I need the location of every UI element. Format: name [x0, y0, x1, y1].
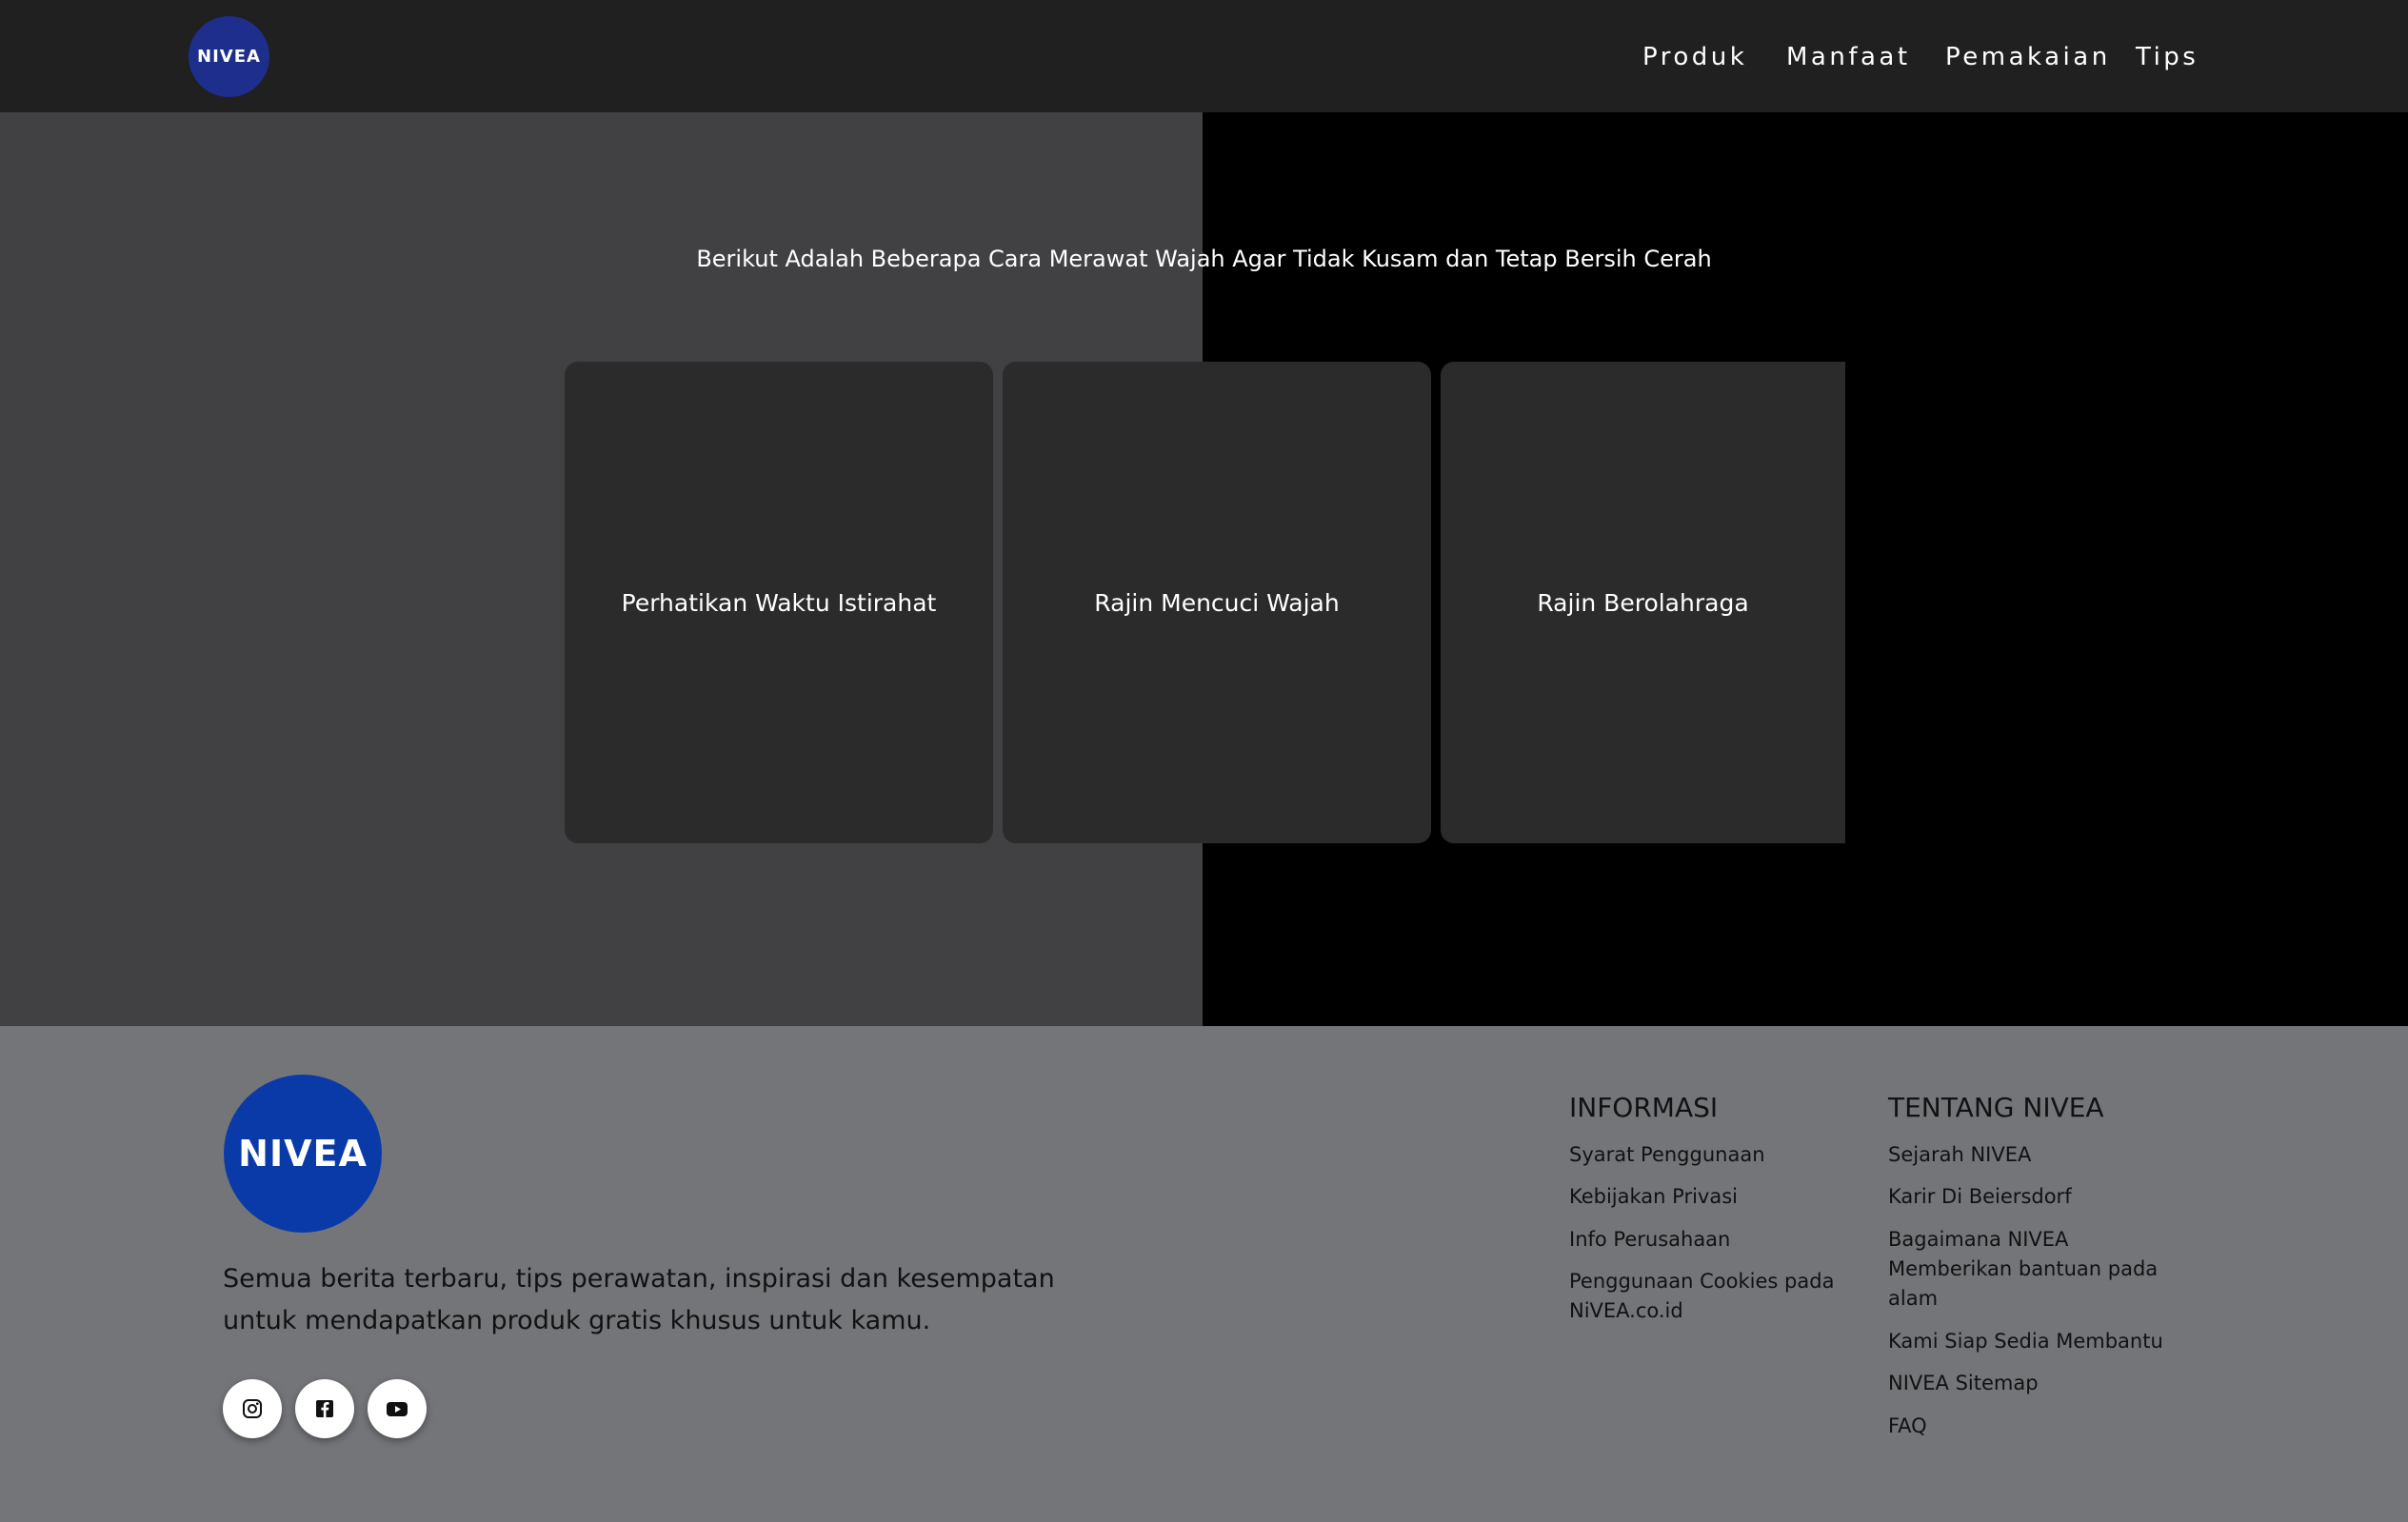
- facebook-icon: [316, 1400, 333, 1417]
- nav-link-produk[interactable]: Produk: [1642, 38, 1747, 76]
- tip-card-waktu-istirahat[interactable]: Perhatikan Waktu Istirahat: [565, 362, 993, 843]
- footer-link-kebijakan-privasi[interactable]: Kebijakan Privasi: [1569, 1182, 1883, 1212]
- nav-link-manfaat[interactable]: Manfaat: [1786, 38, 1911, 76]
- footer-tentang-heading: TENTANG NIVEA: [1888, 1092, 2104, 1123]
- top-navigation-bar: NIVEA Produk Manfaat Pemakaian Tips: [0, 0, 2408, 112]
- footer-link-karir[interactable]: Karir Di Beiersdorf: [1888, 1182, 2202, 1212]
- youtube-button[interactable]: [368, 1379, 427, 1438]
- footer-link-sitemap[interactable]: NIVEA Sitemap: [1888, 1369, 2202, 1398]
- footer-link-penggunaan-cookies[interactable]: Penggunaan Cookies pada NiVEA.co.id: [1569, 1267, 1855, 1326]
- footer-informasi-heading: INFORMASI: [1569, 1092, 1719, 1123]
- youtube-icon: [387, 1402, 408, 1416]
- footer-link-sejarah-nivea[interactable]: Sejarah NIVEA: [1888, 1140, 2202, 1170]
- footer-tagline: Semua berita terbaru, tips perawatan, in…: [223, 1264, 1055, 1335]
- nav-link-tips[interactable]: Tips: [2136, 38, 2199, 76]
- instagram-button[interactable]: [223, 1379, 282, 1438]
- hero-title: Berikut Adalah Beberapa Cara Merawat Waj…: [696, 246, 1712, 272]
- instagram-icon: [243, 1399, 262, 1418]
- tip-card-berolahraga[interactable]: Rajin Berolahraga: [1441, 362, 1845, 843]
- tip-card-mencuci-wajah[interactable]: Rajin Mencuci Wajah: [1003, 362, 1431, 843]
- tip-card-label: Rajin Mencuci Wajah: [1094, 588, 1340, 617]
- footer-link-siap-membantu[interactable]: Kami Siap Sedia Membantu: [1888, 1327, 2202, 1356]
- footer-link-info-perusahaan[interactable]: Info Perusahaan: [1569, 1225, 1883, 1255]
- nivea-logo[interactable]: NIVEA: [189, 16, 269, 97]
- facebook-button[interactable]: [295, 1379, 354, 1438]
- tip-card-label: Perhatikan Waktu Istirahat: [621, 588, 937, 617]
- footer-link-syarat-penggunaan[interactable]: Syarat Penggunaan: [1569, 1140, 1883, 1170]
- footer-link-faq[interactable]: FAQ: [1888, 1412, 2202, 1441]
- tip-card-label: Rajin Berolahraga: [1537, 588, 1749, 617]
- footer-nivea-logo: NIVEA: [224, 1075, 382, 1233]
- nav-link-pemakaian[interactable]: Pemakaian: [1945, 38, 2111, 76]
- footer-link-bantuan-alam[interactable]: Bagaimana NIVEA Memberikan bantuan pada …: [1888, 1225, 2164, 1314]
